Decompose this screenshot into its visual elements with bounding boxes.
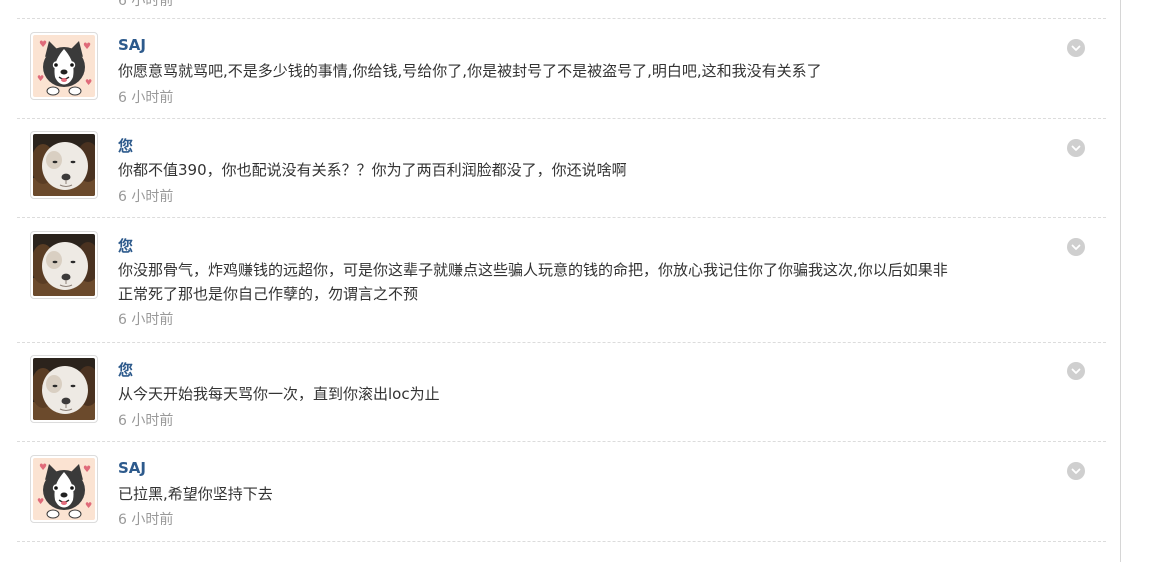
chevron-down-icon [1067, 39, 1085, 57]
chevron-down-icon [1067, 462, 1085, 480]
message-menu-button[interactable] [1067, 39, 1085, 57]
scrollbar-track[interactable] [1120, 0, 1121, 562]
message-text: 从今天开始我每天骂你一次，直到你滚出loc为止 [118, 385, 440, 403]
previous-message-timestamp: 6 小时前 [118, 0, 174, 9]
chevron-down-icon [1067, 238, 1085, 256]
message-item: SAJ 已拉黑,希望你坚持下去 6 小时前 [17, 442, 1106, 541]
message-item: 您 你都不值390，你也配说没有关系？？你为了两百利润脸都没了，你还说啥啊 6 … [17, 119, 1106, 217]
avatar [33, 358, 95, 420]
cartoon-dog-icon[interactable] [30, 32, 98, 100]
message-menu-button[interactable] [1067, 462, 1085, 480]
puppy-photo-icon[interactable] [30, 355, 98, 423]
message-time: 6 小时前 [118, 512, 174, 528]
message-text: 你没那骨气，炸鸡赚钱的远超你，可是你这辈子就赚点这些骗人玩意的钱的命把，你放心我… [118, 261, 948, 303]
message-item: 您 从今天开始我每天骂你一次，直到你滚出loc为止 6 小时前 [17, 343, 1106, 441]
message-item: SAJ 你愿意骂就骂吧,不是多少钱的事情,你给钱,号给你了,你是被封号了不是被盗… [17, 19, 1106, 118]
puppy-photo-icon[interactable] [30, 231, 98, 299]
sender-name[interactable]: 您 [118, 359, 133, 380]
message-time: 6 小时前 [118, 189, 174, 205]
message-text: 你都不值390，你也配说没有关系？？你为了两百利润脸都没了，你还说啥啊 [118, 161, 627, 179]
message-thread-page: 6 小时前 SAJ 你愿意骂就骂吧,不是多少钱的事情,你给钱,号给你了,你是被封… [0, 0, 1154, 562]
message-time: 6 小时前 [118, 312, 174, 328]
message-time: 6 小时前 [118, 413, 174, 429]
puppy-photo-icon[interactable] [30, 131, 98, 199]
message-text: 你愿意骂就骂吧,不是多少钱的事情,你给钱,号给你了,你是被封号了不是被盗号了,明… [118, 62, 822, 80]
chevron-down-icon [1067, 362, 1085, 380]
avatar [33, 458, 95, 520]
avatar [33, 134, 95, 196]
sender-name[interactable]: SAJ [118, 36, 146, 54]
cartoon-dog-icon[interactable] [30, 455, 98, 523]
message-menu-button[interactable] [1067, 139, 1085, 157]
chevron-down-icon [1067, 139, 1085, 157]
message-item: 您 你没那骨气，炸鸡赚钱的远超你，可是你这辈子就赚点这些骗人玩意的钱的命把，你放… [17, 218, 1106, 342]
divider [17, 541, 1106, 542]
message-time: 6 小时前 [118, 90, 174, 106]
avatar [33, 234, 95, 296]
message-menu-button[interactable] [1067, 362, 1085, 380]
avatar [33, 35, 95, 97]
message-menu-button[interactable] [1067, 238, 1085, 256]
sender-name[interactable]: 您 [118, 235, 133, 256]
sender-name[interactable]: 您 [118, 135, 133, 156]
sender-name[interactable]: SAJ [118, 459, 146, 477]
message-text: 已拉黑,希望你坚持下去 [118, 485, 273, 503]
